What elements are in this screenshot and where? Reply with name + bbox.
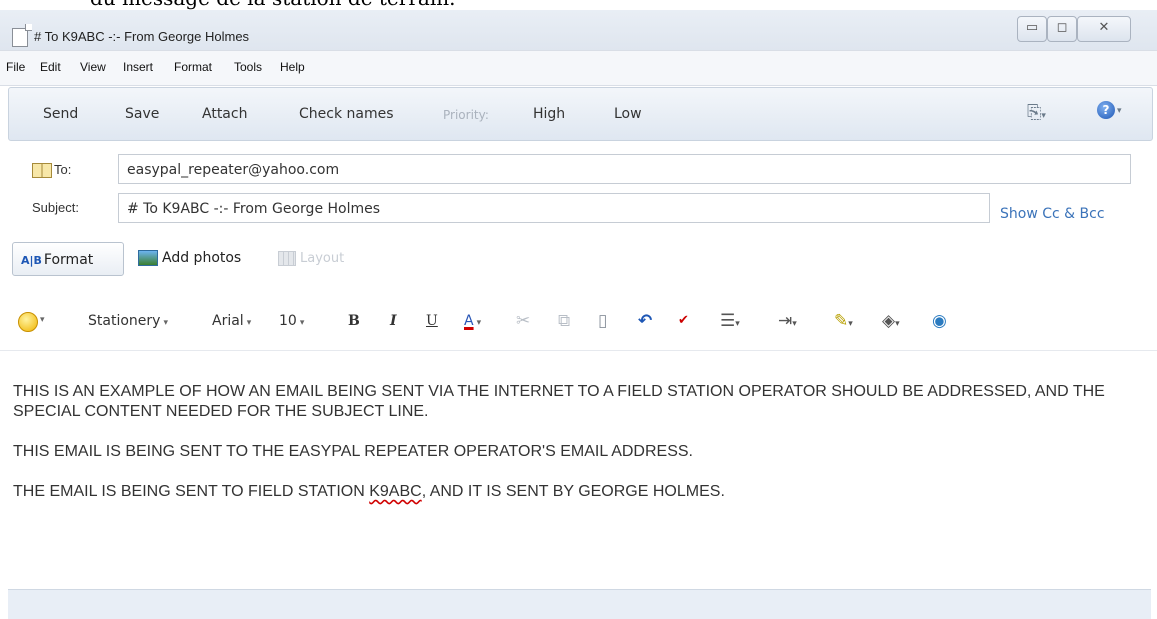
menu-help[interactable]: Help: [280, 60, 305, 74]
menu-insert[interactable]: Insert: [123, 60, 153, 74]
message-body[interactable]: THIS IS AN EXAMPLE OF HOW AN EMAIL BEING…: [13, 382, 1153, 522]
emoticon-icon[interactable]: [18, 312, 38, 332]
window-titlebar: # To K9ABC -:- From George Holmes ▭ ◻ ✕: [0, 10, 1157, 50]
window-title: # To K9ABC -:- From George Holmes: [34, 29, 250, 44]
subject-field[interactable]: # To K9ABC -:- From George Holmes: [118, 193, 990, 223]
emoticon-dropdown-icon[interactable]: ▾: [40, 315, 45, 325]
new-message-icon: [12, 24, 32, 47]
compose-divider: [0, 350, 1157, 351]
menu-edit[interactable]: Edit: [40, 60, 61, 74]
highlight-icon[interactable]: ✎▾: [834, 311, 853, 331]
callsign-misspelled: K9ABC: [369, 483, 422, 500]
help-icon[interactable]: ?: [1097, 101, 1115, 119]
indent-icon[interactable]: ⇥▾: [778, 311, 797, 331]
to-label[interactable]: To:: [54, 162, 71, 177]
priority-low-button[interactable]: Low: [614, 106, 642, 122]
layout-button: Layout: [278, 251, 344, 266]
format-icon: A|B: [21, 254, 42, 267]
show-cc-bcc-link[interactable]: Show Cc & Bcc: [1000, 206, 1105, 222]
font-size-label: 10: [279, 313, 297, 329]
body-paragraph-3: THE EMAIL IS BEING SENT TO FIELD STATION…: [13, 482, 1153, 502]
paste-icon[interactable]: ▯: [598, 311, 607, 331]
add-photos-label: Add photos: [162, 250, 242, 266]
status-bar: [8, 589, 1151, 619]
menu-bar: File Edit View Insert Format Tools Help: [0, 50, 1157, 86]
attach-button[interactable]: Attach: [202, 106, 247, 122]
to-field[interactable]: easypal_repeater@yahoo.com: [118, 154, 1131, 184]
menu-file[interactable]: File: [6, 60, 25, 74]
font-color-label: A: [464, 313, 474, 329]
body-paragraph-3-start: THE EMAIL IS BEING SENT TO FIELD STATION: [13, 483, 370, 500]
add-photos-icon: [138, 250, 158, 266]
layout-icon: [278, 251, 296, 266]
help-dropdown-icon[interactable]: ▾: [1117, 106, 1122, 116]
priority-label: Priority:: [443, 108, 489, 122]
font-size-select[interactable]: 10 ▾: [279, 313, 304, 329]
italic-button[interactable]: I: [390, 313, 397, 329]
minimize-button[interactable]: ▭: [1017, 16, 1047, 42]
message-toolbar: Send Save Attach Check names Priority: H…: [8, 87, 1153, 141]
save-button[interactable]: Save: [125, 106, 159, 122]
stationery-label: Stationery: [88, 313, 161, 329]
body-paragraph-3-end: , AND IT IS SENT BY GEORGE HOLMES.: [421, 483, 725, 500]
maximize-button[interactable]: ◻: [1047, 16, 1077, 42]
formatting-toolbar: ▾ Stationery ▾ Arial ▾ 10 ▾ B I U A ▾ ✂ ⧉ ▯ …: [8, 300, 1151, 346]
undo-icon[interactable]: ↶: [638, 311, 652, 331]
priority-high-button[interactable]: High: [533, 106, 565, 122]
web-icon[interactable]: ◉: [932, 311, 947, 331]
format-button-label: Format: [43, 252, 94, 268]
menu-format[interactable]: Format: [174, 60, 212, 74]
menu-view[interactable]: View: [80, 60, 106, 74]
subject-label: Subject:: [32, 200, 79, 215]
bullet-list-icon[interactable]: ☰▾: [720, 311, 740, 331]
check-names-button[interactable]: Check names: [299, 106, 394, 122]
body-paragraph-2: THIS EMAIL IS BEING SENT TO THE EASYPAL …: [13, 443, 693, 460]
font-select[interactable]: Arial ▾: [212, 313, 251, 329]
underline-button[interactable]: U: [426, 313, 438, 329]
stationery-menu[interactable]: Stationery ▾: [88, 313, 168, 329]
send-button[interactable]: Send: [43, 106, 78, 122]
add-photos-button[interactable]: Add photos: [138, 250, 241, 266]
stray-caption-text: du message de la station de terrain.: [90, 0, 455, 10]
send-receive-icon[interactable]: ⎘▾: [1027, 102, 1046, 123]
font-select-label: Arial: [212, 313, 244, 329]
copy-icon[interactable]: ⧉: [558, 311, 570, 331]
body-paragraph-1: THIS IS AN EXAMPLE OF HOW AN EMAIL BEING…: [13, 383, 1105, 420]
address-book-icon[interactable]: [32, 163, 52, 178]
fill-color-icon[interactable]: ◈▾: [882, 311, 900, 331]
menu-tools[interactable]: Tools: [234, 60, 262, 74]
cut-icon[interactable]: ✂: [516, 311, 530, 331]
font-color-button[interactable]: A ▾: [464, 313, 481, 329]
spellcheck-icon[interactable]: ✔: [678, 313, 689, 328]
bold-button[interactable]: B: [348, 313, 360, 329]
layout-label: Layout: [300, 251, 345, 266]
close-button[interactable]: ✕: [1077, 16, 1131, 42]
format-button[interactable]: A|B Format: [12, 242, 124, 276]
